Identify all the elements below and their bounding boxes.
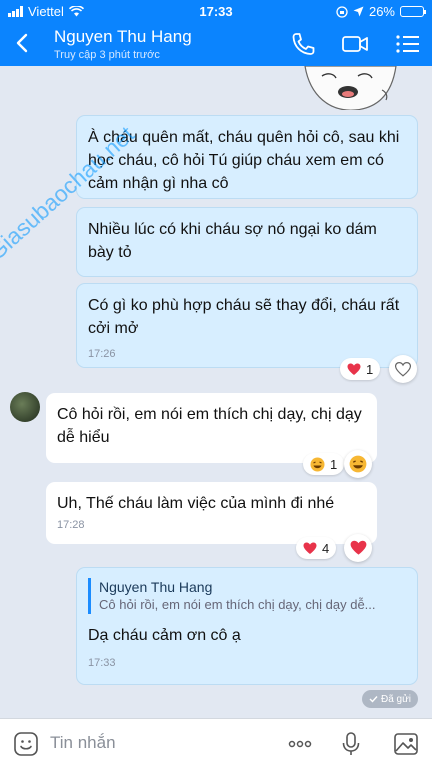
check-icon: [369, 696, 378, 703]
message-time: 17:28: [57, 519, 85, 531]
ellipsis-icon: [288, 740, 312, 748]
message-text: Có gì ko phù hợp cháu sẽ thay đổi, cháu …: [88, 297, 400, 337]
message-bubble-outgoing[interactable]: Có gì ko phù hợp cháu sẽ thay đổi, cháu …: [76, 283, 418, 368]
photo-button[interactable]: [392, 730, 420, 758]
laughing-emoji-icon: [310, 457, 325, 471]
last-seen-status: Truy cập 3 phút trước: [54, 49, 160, 61]
react-button[interactable]: [344, 534, 372, 562]
chevron-left-icon: [16, 33, 28, 53]
message-text: Uh, Thế cháu làm việc của mình đi nhé: [57, 495, 335, 512]
microphone-icon: [342, 732, 360, 755]
video-camera-icon: [342, 36, 368, 52]
quoted-sender: Nguyen Thu Hang: [99, 579, 213, 595]
reaction-count: 1: [366, 361, 374, 377]
message-bubble-outgoing[interactable]: Nhiều lúc có khi cháu sợ nó ngại ko dám …: [76, 207, 418, 277]
quoted-text: Cô hỏi rồi, em nói em thích chị dạy, chị…: [99, 597, 376, 612]
voice-record-button[interactable]: [337, 730, 365, 758]
heart-outline-icon: [395, 361, 411, 377]
message-input-bar: Tin nhắn: [0, 718, 432, 768]
heart-icon: [303, 542, 317, 554]
message-text: Cô hỏi rồi, em nói em thích chị dạy, chị…: [57, 406, 362, 446]
quoted-message[interactable]: Nguyen Thu Hang Cô hỏi rồi, em nói em th…: [88, 578, 406, 614]
heart-icon: [350, 540, 366, 555]
contact-avatar[interactable]: [10, 392, 40, 422]
list-menu-icon: [396, 35, 419, 53]
orientation-lock-icon: [336, 5, 348, 18]
react-button[interactable]: [344, 450, 372, 478]
menu-button[interactable]: [394, 31, 422, 57]
battery-percent: 26%: [368, 4, 395, 19]
location-icon: [353, 6, 364, 17]
message-bubble-outgoing[interactable]: À cháu quên mất, cháu quên hỏi cô, sau k…: [76, 115, 418, 199]
message-time: 17:33: [88, 657, 116, 669]
video-call-button[interactable]: [341, 31, 369, 57]
message-text: À cháu quên mất, cháu quên hỏi cô, sau k…: [88, 129, 400, 192]
voice-call-button[interactable]: [289, 31, 317, 57]
reaction-summary[interactable]: 1: [340, 358, 381, 380]
delivered-status: Đã gửi: [362, 690, 418, 708]
battery-icon: [400, 6, 426, 17]
contact-name[interactable]: Nguyen Thu Hang: [54, 27, 192, 47]
smiley-icon: [14, 732, 38, 756]
heart-icon: [347, 363, 361, 375]
message-bubble-outgoing-reply[interactable]: Nguyen Thu Hang Cô hỏi rồi, em nói em th…: [76, 567, 418, 685]
phone-icon: [292, 33, 315, 55]
sticker-image[interactable]: [300, 66, 400, 110]
message-bubble-incoming[interactable]: Uh, Thế cháu làm việc của mình đi nhé 17…: [46, 482, 377, 544]
status-bar: Viettel 17:33 26%: [0, 0, 432, 22]
more-options-button[interactable]: [286, 730, 314, 758]
reaction-summary[interactable]: 1: [303, 453, 345, 475]
image-icon: [394, 733, 418, 755]
status-right: 26%: [336, 4, 426, 19]
back-button[interactable]: [8, 28, 38, 58]
reaction-count: 4: [322, 540, 330, 556]
delivered-label: Đã gửi: [380, 693, 412, 705]
reaction-count: 1: [330, 456, 338, 472]
message-text: Nhiều lúc có khi cháu sợ nó ngại ko dám …: [88, 221, 377, 261]
sticker-button[interactable]: [12, 730, 40, 758]
message-text: Dạ cháu cảm ơn cô ạ: [88, 627, 241, 644]
message-input[interactable]: Tin nhắn: [50, 733, 116, 753]
react-button[interactable]: [389, 355, 417, 383]
sticker-face-icon: [304, 66, 397, 110]
reaction-summary[interactable]: 4: [296, 537, 337, 559]
chat-header: Nguyen Thu Hang Truy cập 3 phút trước: [0, 22, 432, 66]
laughing-emoji-icon: [349, 455, 367, 473]
